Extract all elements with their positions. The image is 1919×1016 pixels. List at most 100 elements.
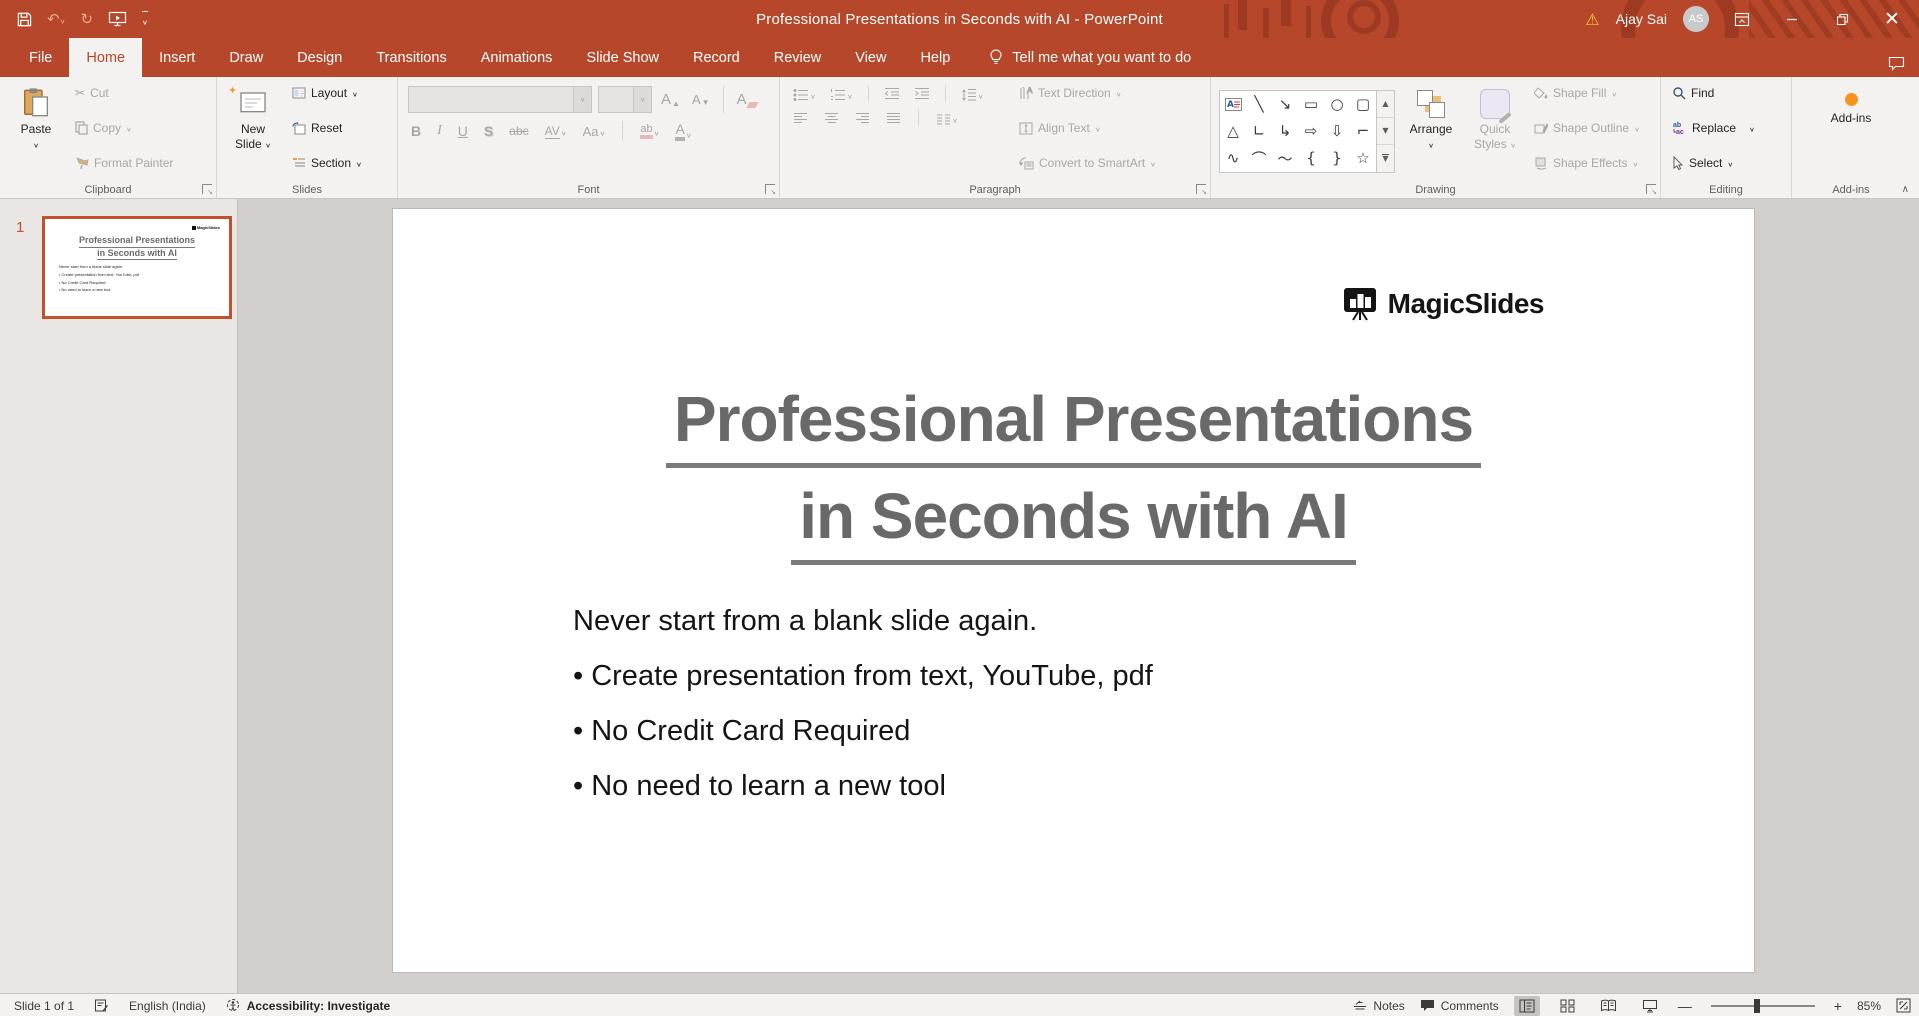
fit-to-window-icon[interactable] [1896, 998, 1911, 1013]
comments-button[interactable]: Comments [1420, 999, 1499, 1013]
slide-sorter-view-button[interactable] [1555, 996, 1581, 1016]
bold-button[interactable]: B [408, 123, 424, 139]
paragraph-dialog-launcher[interactable] [1196, 184, 1206, 194]
zoom-slider[interactable] [1711, 1005, 1815, 1007]
start-slideshow-icon[interactable] [108, 11, 127, 27]
addins-button[interactable]: Add-ins [1819, 82, 1883, 131]
clipboard-dialog-launcher[interactable] [202, 184, 212, 194]
reading-view-button[interactable] [1596, 996, 1622, 1016]
text-shadow-button[interactable]: S [481, 123, 496, 139]
account-name[interactable]: Ajay Sai [1616, 11, 1667, 27]
select-button[interactable]: Select [1667, 153, 1760, 173]
shape-left-brace-icon[interactable]: { [1298, 145, 1324, 172]
customize-qat-icon[interactable] [142, 11, 148, 28]
tab-transitions[interactable]: Transitions [359, 38, 463, 77]
gallery-scroll-down-icon[interactable]: ▼ [1377, 117, 1394, 144]
normal-view-button[interactable] [1514, 996, 1540, 1016]
slide-title[interactable]: Professional Presentations in Seconds wi… [393, 387, 1754, 565]
tab-help[interactable]: Help [903, 38, 967, 77]
new-slide-button[interactable]: ✦ NewSlide [221, 82, 285, 157]
zoom-out-button[interactable]: — [1678, 998, 1692, 1014]
columns-button[interactable] [933, 110, 961, 126]
decrease-font-size-button[interactable]: A▼ [689, 92, 713, 107]
notes-button[interactable]: Notes [1353, 999, 1404, 1013]
line-spacing-button[interactable] [958, 86, 987, 102]
undo-icon[interactable]: ↶ [47, 12, 65, 27]
font-size-combobox[interactable] [598, 86, 652, 113]
close-button[interactable]: ✕ [1875, 0, 1909, 38]
decrease-indent-button[interactable] [881, 87, 903, 101]
font-name-combobox[interactable] [408, 86, 592, 113]
slide-body[interactable]: Never start from a blank slide again. • … [573, 605, 1754, 803]
replace-button[interactable]: abac Replace [1667, 118, 1760, 138]
change-case-button[interactable]: Aa [580, 123, 609, 139]
shape-elbow-connector-icon[interactable]: ∟ [1246, 118, 1272, 145]
language-status[interactable]: English (India) [129, 999, 206, 1013]
align-right-button[interactable] [852, 112, 873, 125]
slide-show-view-button[interactable] [1637, 996, 1663, 1016]
text-direction-button[interactable]: A Text Direction [1014, 83, 1161, 103]
increase-indent-button[interactable] [911, 87, 933, 101]
clear-formatting-button[interactable]: A [734, 91, 760, 108]
minimize-button[interactable] [1775, 0, 1809, 38]
cut-button[interactable]: ✂Cut [70, 83, 178, 103]
comments-bubble-icon[interactable] [1888, 56, 1905, 71]
shape-effects-button[interactable]: Shape Effects [1529, 153, 1645, 173]
shape-down-arrow-icon[interactable]: ⇩ [1324, 118, 1350, 145]
tab-insert[interactable]: Insert [142, 38, 212, 77]
tab-design[interactable]: Design [280, 38, 359, 77]
arrange-button[interactable]: Arrange [1399, 84, 1463, 157]
tab-slide-show[interactable]: Slide Show [569, 38, 676, 77]
shape-text-box-icon[interactable]: A [1220, 91, 1246, 118]
gallery-scroll-up-icon[interactable]: ▲ [1377, 91, 1394, 117]
collapse-ribbon-icon[interactable]: ∧ [1902, 184, 1909, 195]
character-spacing-button[interactable]: AV [542, 123, 570, 139]
shape-oval-icon[interactable]: ○ [1324, 91, 1350, 118]
magicslides-logo[interactable]: MagicSlides [1341, 287, 1544, 321]
drawing-dialog-launcher[interactable] [1646, 184, 1656, 194]
zoom-level[interactable]: 85% [1857, 999, 1881, 1013]
font-dialog-launcher[interactable] [765, 184, 775, 194]
proofing-icon[interactable] [94, 998, 109, 1013]
zoom-slider-handle[interactable] [1754, 999, 1760, 1013]
format-painter-button[interactable]: Format Painter [70, 153, 178, 173]
restore-button[interactable] [1825, 0, 1859, 38]
gallery-more-icon[interactable]: ▼ [1377, 144, 1394, 171]
tab-home[interactable]: Home [69, 38, 142, 77]
section-button[interactable]: Section [287, 153, 367, 173]
increase-font-size-button[interactable]: A▲ [658, 91, 683, 108]
editing-canvas[interactable]: MagicSlides Professional Presentations i… [238, 199, 1919, 993]
slide-thumbnail-panel[interactable]: 1 MagicSlides Professional Presentations… [0, 199, 238, 993]
shape-outline-button[interactable]: Shape Outline [1529, 118, 1645, 138]
shape-arc-icon[interactable]: ⌒ [1246, 145, 1272, 172]
paste-button[interactable]: Paste [4, 82, 68, 157]
find-button[interactable]: Find [1667, 83, 1760, 103]
redo-icon[interactable]: ↻ [80, 12, 93, 27]
align-text-button[interactable]: Align Text [1014, 118, 1161, 138]
underline-button[interactable]: U [455, 123, 471, 139]
italic-button[interactable]: I [434, 123, 445, 139]
ribbon-display-options-icon[interactable] [1725, 0, 1759, 38]
align-left-button[interactable] [790, 112, 811, 125]
copy-button[interactable]: Copy [70, 118, 178, 138]
shape-fill-button[interactable]: Shape Fill [1529, 83, 1645, 103]
text-highlight-button[interactable]: ab [637, 123, 662, 139]
slide-thumbnail[interactable]: MagicSlides Professional Presentations i… [42, 216, 232, 319]
shape-right-brace-icon[interactable]: } [1324, 145, 1350, 172]
shape-line-icon[interactable]: ╲ [1246, 91, 1272, 118]
avatar[interactable]: AS [1683, 6, 1709, 32]
font-color-button[interactable]: A [672, 121, 694, 141]
strikethrough-button[interactable]: abc [506, 124, 531, 138]
save-icon[interactable] [17, 12, 32, 27]
reset-button[interactable]: Reset [287, 118, 367, 138]
shape-elbow-arrow-connector-icon[interactable]: ↳ [1272, 118, 1298, 145]
align-center-button[interactable] [821, 112, 842, 125]
tell-me-box[interactable]: Tell me what you want to do [989, 38, 1191, 77]
accessibility-status[interactable]: Accessibility: Investigate [226, 998, 390, 1013]
shape-curve-icon[interactable]: ～ [1272, 145, 1298, 172]
bullets-button[interactable] [790, 86, 819, 102]
tab-file[interactable]: File [12, 38, 69, 77]
tab-record[interactable]: Record [676, 38, 757, 77]
warning-icon[interactable]: ⚠ [1585, 10, 1599, 29]
zoom-in-button[interactable]: + [1834, 998, 1842, 1014]
